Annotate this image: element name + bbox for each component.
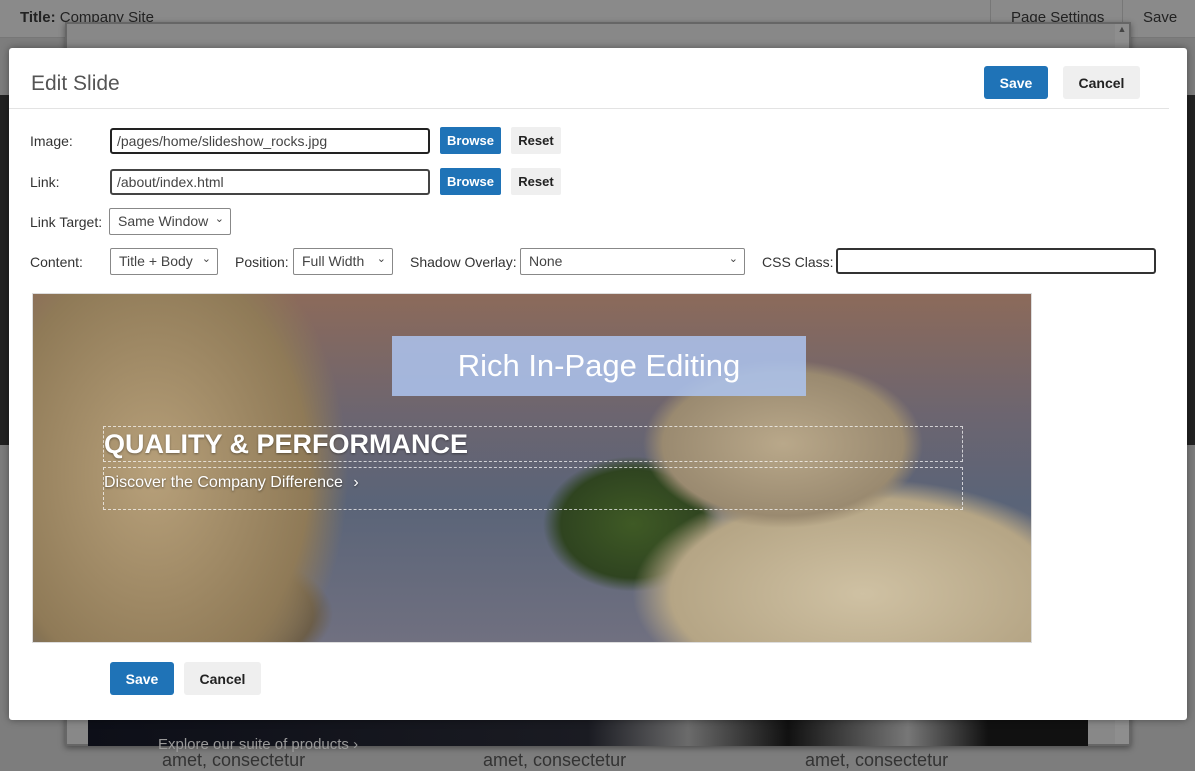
slide-band-title[interactable]: Rich In-Page Editing (392, 336, 806, 396)
slide-heading[interactable]: QUALITY & PERFORMANCE (103, 426, 963, 462)
image-reset-button[interactable]: Reset (511, 127, 561, 154)
link-label: Link: (30, 174, 60, 190)
background-edge (0, 95, 9, 445)
chevron-down-icon: ⌄ (214, 213, 224, 225)
background-edge (1187, 95, 1195, 445)
chevron-down-icon: ⌄ (201, 253, 211, 265)
position-select[interactable]: Full Width ⌄ (293, 248, 393, 275)
link-browse-button[interactable]: Browse (440, 168, 501, 195)
content-label: Content: (30, 254, 83, 270)
slide-subtitle[interactable]: Discover the Company Difference (104, 474, 343, 491)
modal-title: Edit Slide (31, 72, 120, 95)
chevron-down-icon: ⌄ (376, 253, 386, 265)
link-target-label: Link Target: (30, 214, 103, 230)
cancel-button[interactable]: Cancel (1063, 66, 1140, 99)
css-class-label: CSS Class: (762, 254, 834, 270)
save-button[interactable]: Save (984, 66, 1048, 99)
footer-cancel-button[interactable]: Cancel (184, 662, 261, 695)
shadow-overlay-label: Shadow Overlay: (410, 254, 517, 270)
chevron-down-icon: ⌄ (728, 253, 738, 265)
image-input[interactable] (110, 128, 430, 154)
css-class-input[interactable] (836, 248, 1156, 274)
shadow-overlay-select[interactable]: None ⌄ (520, 248, 745, 275)
link-target-select[interactable]: Same Window ⌄ (109, 208, 231, 235)
edit-slide-modal: Edit Slide Save Cancel Image: Browse Res… (9, 48, 1187, 720)
position-label: Position: (235, 254, 289, 270)
image-label: Image: (30, 133, 73, 149)
slide-preview-image: Rich In-Page Editing QUALITY & PERFORMAN… (32, 293, 1032, 643)
title-label: Title: (20, 9, 56, 26)
image-browse-button[interactable]: Browse (440, 127, 501, 154)
position-value: Full Width (302, 253, 365, 269)
link-input[interactable] (110, 169, 430, 195)
content-select[interactable]: Title + Body ⌄ (110, 248, 218, 275)
chevron-right-icon: › (353, 474, 359, 491)
link-target-value: Same Window (118, 213, 209, 229)
page-save-button[interactable]: Save (1122, 0, 1195, 38)
footer-save-button[interactable]: Save (110, 662, 174, 695)
modal-header: Edit Slide Save Cancel (9, 48, 1169, 109)
shadow-overlay-value: None (529, 253, 563, 269)
slide-subtitle-box[interactable]: Discover the Company Difference › (103, 467, 963, 510)
content-value: Title + Body (119, 253, 193, 269)
link-reset-button[interactable]: Reset (511, 168, 561, 195)
